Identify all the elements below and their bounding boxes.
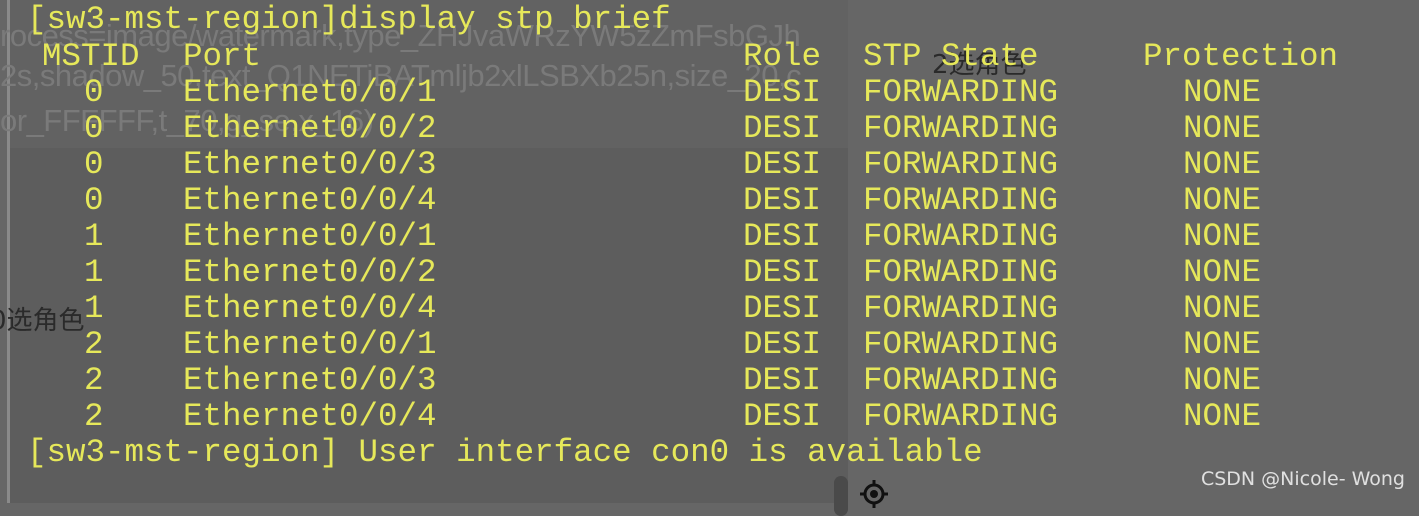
cell-port: Ethernet0/0/3 — [183, 146, 437, 183]
scrollbar[interactable] — [834, 476, 848, 516]
table-row: 0 Ethernet0/0/4 DESI FORWARDING NONE — [0, 183, 1419, 219]
cell-state: FORWARDING — [863, 146, 1059, 183]
header-role: Role — [743, 38, 822, 75]
cell-protection: NONE — [1183, 362, 1262, 399]
table-row: 1 Ethernet0/0/1 DESI FORWARDING NONE — [0, 219, 1419, 255]
cell-protection: NONE — [1183, 182, 1262, 219]
cell-state: FORWARDING — [863, 254, 1059, 291]
cell-role: DESI — [743, 398, 822, 435]
table-header: MSTID Port Role STP State Protection — [0, 39, 1419, 75]
table-row: 1 Ethernet0/0/4 DESI FORWARDING NONE — [0, 291, 1419, 327]
cell-port: Ethernet0/0/2 — [183, 110, 437, 147]
cell-mstid: 0 — [84, 146, 104, 183]
cell-port: Ethernet0/0/1 — [183, 326, 437, 363]
cell-role: DESI — [743, 110, 822, 147]
cell-mstid: 2 — [84, 398, 104, 435]
cell-role: DESI — [743, 146, 822, 183]
footer-credit: CSDN @Nicole- Wong — [1200, 468, 1405, 490]
cell-protection: NONE — [1183, 326, 1262, 363]
cell-state: FORWARDING — [863, 398, 1059, 435]
header-mstid: MSTID — [42, 38, 140, 75]
table-row: 0 Ethernet0/0/2 DESI FORWARDING NONE — [0, 111, 1419, 147]
cell-protection: NONE — [1183, 146, 1262, 183]
cell-mstid: 1 — [84, 218, 104, 255]
table-row: 2 Ethernet0/0/1 DESI FORWARDING NONE — [0, 327, 1419, 363]
command-line: [sw3-mst-region]display stp brief — [27, 1, 671, 38]
cell-role: DESI — [743, 362, 822, 399]
cell-state: FORWARDING — [863, 362, 1059, 399]
cell-mstid: 0 — [84, 182, 104, 219]
cell-protection: NONE — [1183, 398, 1262, 435]
table-row: 0 Ethernet0/0/3 DESI FORWARDING NONE — [0, 147, 1419, 183]
cell-role: DESI — [743, 326, 822, 363]
cell-port: Ethernet0/0/1 — [183, 74, 437, 111]
cell-port: Ethernet0/0/4 — [183, 182, 437, 219]
cell-port: Ethernet0/0/1 — [183, 218, 437, 255]
header-protection: Protection — [1143, 38, 1339, 75]
cell-mstid: 1 — [84, 254, 104, 291]
header-port: Port — [183, 38, 262, 75]
cell-mstid: 2 — [84, 362, 104, 399]
cell-role: DESI — [743, 218, 822, 255]
header-state: STP State — [863, 38, 1039, 75]
crosshair-icon — [860, 480, 888, 508]
table-row: 2 Ethernet0/0/3 DESI FORWARDING NONE — [0, 363, 1419, 399]
cell-role: DESI — [743, 74, 822, 111]
cell-role: DESI — [743, 254, 822, 291]
cell-state: FORWARDING — [863, 74, 1059, 111]
cell-protection: NONE — [1183, 290, 1262, 327]
cell-protection: NONE — [1183, 74, 1262, 111]
cell-role: DESI — [743, 182, 822, 219]
table-row: 1 Ethernet0/0/2 DESI FORWARDING NONE — [0, 255, 1419, 291]
cell-state: FORWARDING — [863, 326, 1059, 363]
cell-mstid: 1 — [84, 290, 104, 327]
cell-protection: NONE — [1183, 218, 1262, 255]
cell-port: Ethernet0/0/3 — [183, 362, 437, 399]
cell-mstid: 0 — [84, 110, 104, 147]
table-row: 2 Ethernet0/0/4 DESI FORWARDING NONE — [0, 399, 1419, 435]
cell-role: DESI — [743, 290, 822, 327]
status-line: [sw3-mst-region] User interface con0 is … — [27, 434, 983, 471]
cell-mstid: 0 — [84, 74, 104, 111]
table-row: 0 Ethernet0/0/1 DESI FORWARDING NONE — [0, 75, 1419, 111]
cell-state: FORWARDING — [863, 182, 1059, 219]
cell-state: FORWARDING — [863, 290, 1059, 327]
cell-mstid: 2 — [84, 326, 104, 363]
cell-protection: NONE — [1183, 110, 1262, 147]
cell-port: Ethernet0/0/4 — [183, 290, 437, 327]
cell-port: Ethernet0/0/4 — [183, 398, 437, 435]
cell-state: FORWARDING — [863, 218, 1059, 255]
cell-port: Ethernet0/0/2 — [183, 254, 437, 291]
cell-state: FORWARDING — [863, 110, 1059, 147]
cell-protection: NONE — [1183, 254, 1262, 291]
